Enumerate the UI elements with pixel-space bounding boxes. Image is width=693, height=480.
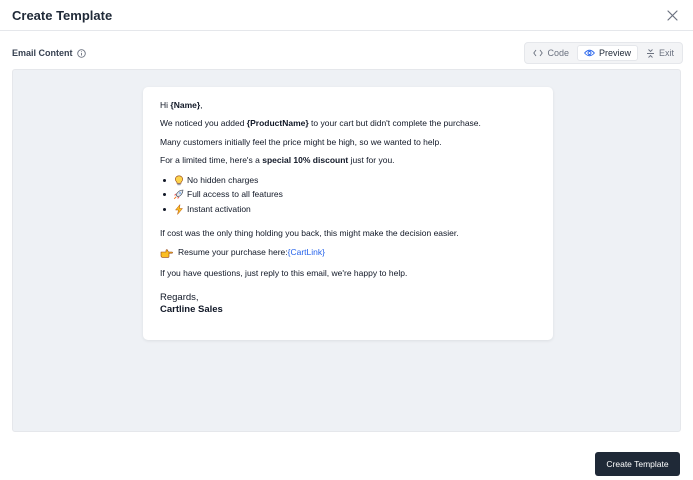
pointing-hand-icon (160, 247, 173, 258)
discount-highlight: special 10% discount (262, 155, 349, 165)
code-mode-button[interactable]: Code (527, 45, 575, 61)
create-template-modal: Create Template Email Content Code Previ… (0, 0, 693, 480)
bullet-text: No hidden charges (187, 174, 259, 185)
email-preview-card: Hi {Name}, We noticed you added {Product… (143, 87, 553, 340)
email-signature: Cartline Sales (160, 304, 223, 315)
bullet-dot (163, 207, 166, 211)
product-name-placeholder: {ProductName} (246, 118, 309, 128)
list-item: Instant activation (160, 202, 283, 217)
greeting-name-placeholder: {Name} (170, 100, 201, 110)
preview-mode-label: Preview (598, 48, 631, 58)
greeting-suffix: , (200, 100, 203, 110)
email-line-discount: For a limited time, here's a special 10%… (160, 155, 395, 166)
eye-icon (583, 49, 595, 57)
modal-title: Create Template (12, 7, 113, 23)
view-mode-toggle: Code Preview Exit (524, 42, 683, 64)
email-content-label: Email Content (12, 48, 73, 58)
resume-prefix: Resume your purchase here: (178, 247, 288, 258)
create-template-button[interactable]: Create Template (595, 452, 680, 476)
email-line-price: Many customers initially feel the price … (160, 137, 442, 147)
bullet-dot (163, 193, 166, 197)
email-line-cost: If cost was the only thing holding you b… (160, 228, 459, 238)
email-line-questions: If you have questions, just reply to thi… (160, 268, 408, 278)
benefits-list: No hidden charges Full access to all fea… (160, 173, 283, 217)
exit-mode-label: Exit (658, 48, 674, 58)
discount-line-suffix: just for you. (348, 155, 395, 165)
rocket-icon (173, 189, 184, 200)
email-line-cart: We noticed you added {ProductName} to yo… (160, 118, 481, 129)
close-button[interactable] (663, 6, 681, 24)
lightbulb-icon (173, 175, 184, 186)
cart-line-prefix: We noticed you added (160, 118, 247, 128)
bullet-text: Full access to all features (187, 189, 283, 200)
email-greeting: Hi {Name}, (160, 100, 203, 111)
close-icon (666, 9, 678, 21)
bullet-text: Instant activation (187, 203, 251, 214)
collapse-icon (646, 48, 654, 58)
code-icon (533, 49, 544, 57)
info-icon[interactable] (76, 48, 86, 58)
cart-link-placeholder[interactable]: {CartLink} (288, 247, 325, 258)
bullet-dot (163, 178, 166, 182)
list-item: Full access to all features (160, 188, 283, 203)
exit-mode-button[interactable]: Exit (640, 45, 680, 61)
preview-mode-button[interactable]: Preview (576, 45, 638, 61)
modal-header: Create Template (0, 0, 693, 31)
discount-line-prefix: For a limited time, here's a (160, 155, 263, 165)
email-content-label-wrap: Email Content (12, 48, 86, 58)
email-line-resume: Resume your purchase here: {CartLink} (160, 247, 325, 258)
list-item: No hidden charges (160, 173, 283, 188)
cart-line-suffix: to your cart but didn't complete the pur… (308, 118, 481, 128)
email-regards: Regards, (160, 292, 199, 303)
lightning-icon (173, 203, 184, 215)
greeting-prefix: Hi (160, 100, 171, 110)
email-preview-area: Hi {Name}, We noticed you added {Product… (12, 69, 681, 432)
code-mode-label: Code (547, 48, 569, 58)
email-content-toolbar: Email Content Code Preview Exit (12, 42, 683, 64)
